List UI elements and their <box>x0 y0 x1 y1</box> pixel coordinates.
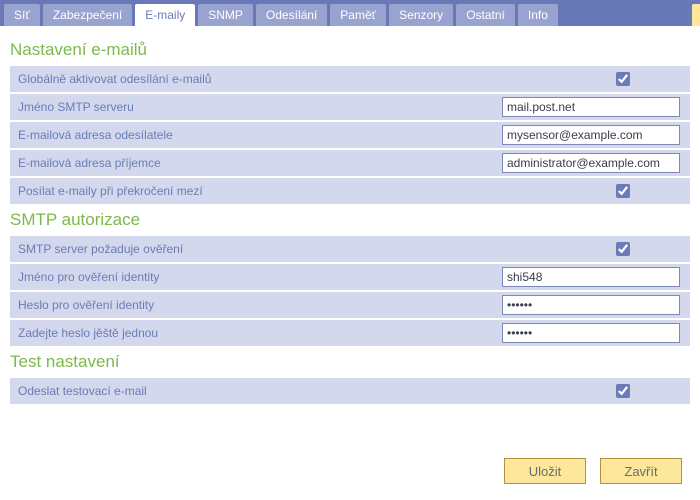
close-button[interactable]: Zavřít <box>600 458 682 484</box>
row-auth-username: Jméno pro ověření identity <box>10 264 690 290</box>
input-sender[interactable] <box>502 125 680 145</box>
row-auth-password-confirm: Zadejte heslo jěště jednou <box>10 320 690 346</box>
row-auth-required: SMTP server požaduje ověření <box>10 236 690 262</box>
tab-memory[interactable]: Paměť <box>330 4 386 26</box>
row-auth-password: Heslo pro ověření identity <box>10 292 690 318</box>
label-auth-required: SMTP server požaduje ověření <box>18 242 612 256</box>
row-threshold: Posílat e-maily při překročení mezí <box>10 178 690 204</box>
tab-other[interactable]: Ostatní <box>456 4 515 26</box>
row-email-enable: Globálně aktivovat odesílání e-mailů <box>10 66 690 92</box>
checkbox-threshold[interactable] <box>616 184 630 198</box>
row-recipient: E-mailová adresa příjemce <box>10 150 690 176</box>
input-smtp-server[interactable] <box>502 97 680 117</box>
input-recipient[interactable] <box>502 153 680 173</box>
label-test-send: Odeslat testovací e-mail <box>18 384 612 398</box>
label-threshold: Posílat e-maily při překročení mezí <box>18 184 612 198</box>
tab-security[interactable]: Zabezpečení <box>43 4 132 26</box>
section-title-email: Nastavení e-mailů <box>10 36 690 66</box>
tab-network[interactable]: Síť <box>4 4 40 26</box>
checkbox-email-enable[interactable] <box>616 72 630 86</box>
tab-sensors[interactable]: Senzory <box>389 4 453 26</box>
checkbox-test-send[interactable] <box>616 384 630 398</box>
section-title-test: Test nastavení <box>10 348 690 378</box>
row-sender: E-mailová adresa odesílatele <box>10 122 690 148</box>
tab-snmp[interactable]: SNMP <box>198 4 253 26</box>
label-auth-username: Jméno pro ověření identity <box>18 270 502 284</box>
tab-corner-accent <box>692 4 700 26</box>
input-auth-password[interactable] <box>502 295 680 315</box>
tab-panel-emails: Nastavení e-mailů Globálně aktivovat ode… <box>0 26 700 452</box>
input-auth-username[interactable] <box>502 267 680 287</box>
section-title-auth: SMTP autorizace <box>10 206 690 236</box>
input-auth-password-confirm[interactable] <box>502 323 680 343</box>
label-sender: E-mailová adresa odesílatele <box>18 128 502 142</box>
row-smtp-server: Jméno SMTP serveru <box>10 94 690 120</box>
label-smtp-server: Jméno SMTP serveru <box>18 100 502 114</box>
label-auth-password: Heslo pro ověření identity <box>18 298 502 312</box>
tab-info[interactable]: Info <box>518 4 558 26</box>
row-test-send: Odeslat testovací e-mail <box>10 378 690 404</box>
save-button[interactable]: Uložit <box>504 458 586 484</box>
settings-window: Síť Zabezpečení E-maily SNMP Odesílání P… <box>0 0 700 500</box>
label-recipient: E-mailová adresa příjemce <box>18 156 502 170</box>
tab-emails[interactable]: E-maily <box>135 4 195 26</box>
checkbox-auth-required[interactable] <box>616 242 630 256</box>
tab-bar: Síť Zabezpečení E-maily SNMP Odesílání P… <box>0 0 700 26</box>
tab-sending[interactable]: Odesílání <box>256 4 327 26</box>
footer: Uložit Zavřít <box>0 452 700 500</box>
label-email-enable: Globálně aktivovat odesílání e-mailů <box>18 72 612 86</box>
label-auth-password-confirm: Zadejte heslo jěště jednou <box>18 326 502 340</box>
